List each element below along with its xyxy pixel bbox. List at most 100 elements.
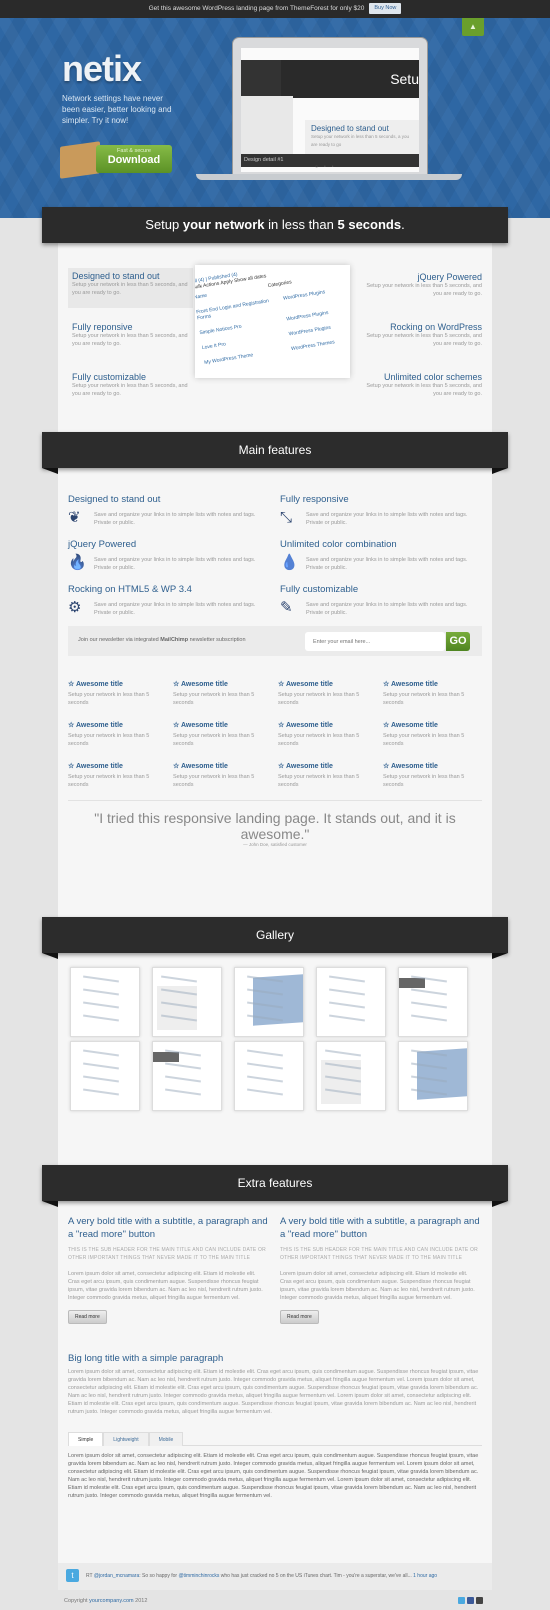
scroll-top-button[interactable]: ▲ [462, 18, 484, 36]
tweet-time-link[interactable]: 1 hour ago [413, 1573, 437, 1579]
buy-now-button[interactable]: Buy Now [369, 2, 402, 14]
logo: netix [62, 48, 142, 89]
box-icon [60, 141, 100, 179]
feature-responsive[interactable]: Fully reponsive Setup your network in les… [68, 322, 193, 348]
feature-colors[interactable]: Unlimited color schemes Setup your networ… [357, 372, 482, 398]
card-title: A very bold title with a subtitle, a par… [280, 1216, 480, 1240]
awesome-title-text: Awesome title [285, 722, 333, 729]
read-more-button[interactable]: Read more [280, 1310, 319, 1324]
awesome-item: ☆ Awesome title Setup your network in les… [173, 762, 268, 789]
awesome-item: ☆ Awesome title Setup your network in les… [383, 762, 478, 789]
tweet-mention-link[interactable]: @timminchinrocks [178, 1573, 219, 1579]
twitter-social-icon[interactable] [458, 1597, 465, 1604]
feature-designed[interactable]: Designed to stand out Setup your network … [68, 268, 193, 308]
tweet-text: : So so happy for [139, 1573, 179, 1579]
awesome-title-text: Awesome title [75, 681, 123, 688]
slide-title: Setu [281, 60, 419, 98]
main-feature: Fully customizable ✎ Save and organize you… [280, 584, 485, 624]
company-link[interactable]: yourcompany.com [89, 1598, 134, 1604]
slide: Setu Designed to stand out Setup your ne… [241, 48, 419, 172]
feature-desc: Setup your network in less than 5 second… [366, 283, 482, 297]
main-feature-title: jQuery Powered [68, 539, 137, 550]
divider [68, 800, 482, 801]
go-button[interactable]: GO [446, 632, 470, 651]
gear-icon: ⚙ [68, 599, 82, 616]
card-text: Lorem ipsum dolor sit amet, consectetur … [280, 1271, 475, 1301]
awesome-title: ☆ Awesome title [173, 680, 268, 688]
gallery-thumbnail[interactable] [398, 1041, 468, 1111]
awesome-title-text: Awesome title [180, 681, 228, 688]
intro-banner: Setup your network in less than 5 second… [42, 207, 508, 243]
awesome-text: Setup your network in less than 5 second… [68, 774, 150, 788]
download-title: Download [107, 154, 161, 166]
slide-text: Setup your network in less than 5 second… [311, 134, 410, 147]
feature-title: jQuery Powered [417, 272, 482, 282]
awesome-text: Setup your network in less than 5 second… [278, 733, 360, 747]
awesome-text: Setup your network in less than 5 second… [278, 692, 360, 706]
main-feature-desc: Save and organize your links in to simpl… [94, 512, 256, 526]
newsletter-brand: MailChimp [160, 637, 189, 643]
tweet-text: RT [86, 1573, 94, 1579]
awesome-title: ☆ Awesome title [383, 762, 478, 770]
copyright-text: Copyright [64, 1598, 90, 1604]
awesome-text: Setup your network in less than 5 second… [173, 733, 255, 747]
awesome-title: ☆ Awesome title [278, 762, 373, 770]
arrow-up-icon: ▲ [469, 22, 477, 31]
email-social-icon[interactable] [476, 1597, 483, 1604]
tab-mobile[interactable]: Mobile [148, 1432, 184, 1446]
gallery-thumbnail[interactable] [316, 1041, 386, 1111]
edit-icon: ✎ [280, 599, 293, 616]
shot-row-cat: WordPress Plugins [286, 309, 329, 323]
gallery-thumbnail[interactable] [152, 967, 222, 1037]
awesome-text: Setup your network in less than 5 second… [383, 774, 465, 788]
awesome-item: ☆ Awesome title Setup your network in les… [278, 762, 373, 789]
email-input[interactable] [305, 632, 445, 651]
tab-lightweight[interactable]: Lightweight [103, 1432, 149, 1446]
gallery-thumbnail[interactable] [234, 967, 304, 1037]
gallery-thumbnail[interactable] [398, 967, 468, 1037]
awesome-title: ☆ Awesome title [173, 762, 268, 770]
shot-row-cat: WordPress Themes [290, 339, 336, 353]
gallery-thumbnail[interactable] [316, 967, 386, 1037]
tabs: Simple Lightweight Mobile [68, 1432, 482, 1446]
awesome-text: Setup your network in less than 5 second… [383, 692, 465, 706]
awesome-item: ☆ Awesome title Setup your network in les… [278, 680, 373, 707]
star-icon: ☆ [173, 763, 181, 770]
shot-row-cat: WordPress Plugins [288, 324, 332, 338]
card-title: A very bold title with a subtitle, a par… [68, 1216, 268, 1240]
main-feature: Designed to stand out ❦ Save and organize … [68, 494, 273, 534]
gallery-thumbnail[interactable] [234, 1041, 304, 1111]
star-icon: ☆ [383, 681, 391, 688]
awesome-title: ☆ Awesome title [173, 721, 268, 729]
read-more-button[interactable]: Read more [68, 1310, 107, 1324]
shot-row-name: My WordPress Theme [203, 352, 254, 366]
tweet-user-link[interactable]: @jordan_mcnamara [94, 1573, 139, 1579]
feature-title: Fully reponsive [72, 322, 133, 332]
awesome-item: ☆ Awesome title Setup your network in les… [68, 721, 163, 748]
star-icon: ☆ [173, 722, 181, 729]
feature-jquery[interactable]: jQuery Powered Setup your network in less… [357, 272, 482, 298]
tab-simple[interactable]: Simple [68, 1432, 104, 1446]
gallery-thumbnail[interactable] [70, 967, 140, 1037]
shot-row-name: Front End Login and Registration Forms [195, 298, 270, 322]
laptop-slider: Setu Designed to stand out Setup your ne… [232, 37, 428, 175]
gallery-thumbnail[interactable] [152, 1041, 222, 1111]
slider-dots[interactable]: ○•• [315, 164, 340, 170]
download-button[interactable]: Fast & secure Download [60, 141, 172, 179]
facebook-social-icon[interactable] [467, 1597, 474, 1604]
drop-icon: 💧 [280, 554, 299, 571]
main-features-banner: Main features [42, 432, 508, 474]
intro-text: Setup [145, 217, 183, 232]
card-subheader: THIS IS THE SUB HEADER FOR THE MAIN TITL… [280, 1247, 478, 1261]
feature-desc: Setup your network in less than 5 second… [72, 383, 188, 397]
awesome-title-text: Awesome title [390, 722, 438, 729]
awesome-title-text: Awesome title [390, 681, 438, 688]
gallery-thumbnail[interactable] [70, 1041, 140, 1111]
awesome-item: ☆ Awesome title Setup your network in les… [68, 680, 163, 707]
feature-customizable[interactable]: Fully customizable Setup your network in … [68, 372, 193, 398]
feature-wordpress[interactable]: Rocking on WordPress Setup your network i… [357, 322, 482, 348]
feature-title: Fully customizable [72, 372, 147, 382]
section-title: Extra features [237, 1176, 313, 1190]
extra-card: A very bold title with a subtitle, a par… [280, 1215, 480, 1324]
main-feature-desc: Save and organize your links in to simpl… [94, 557, 256, 571]
